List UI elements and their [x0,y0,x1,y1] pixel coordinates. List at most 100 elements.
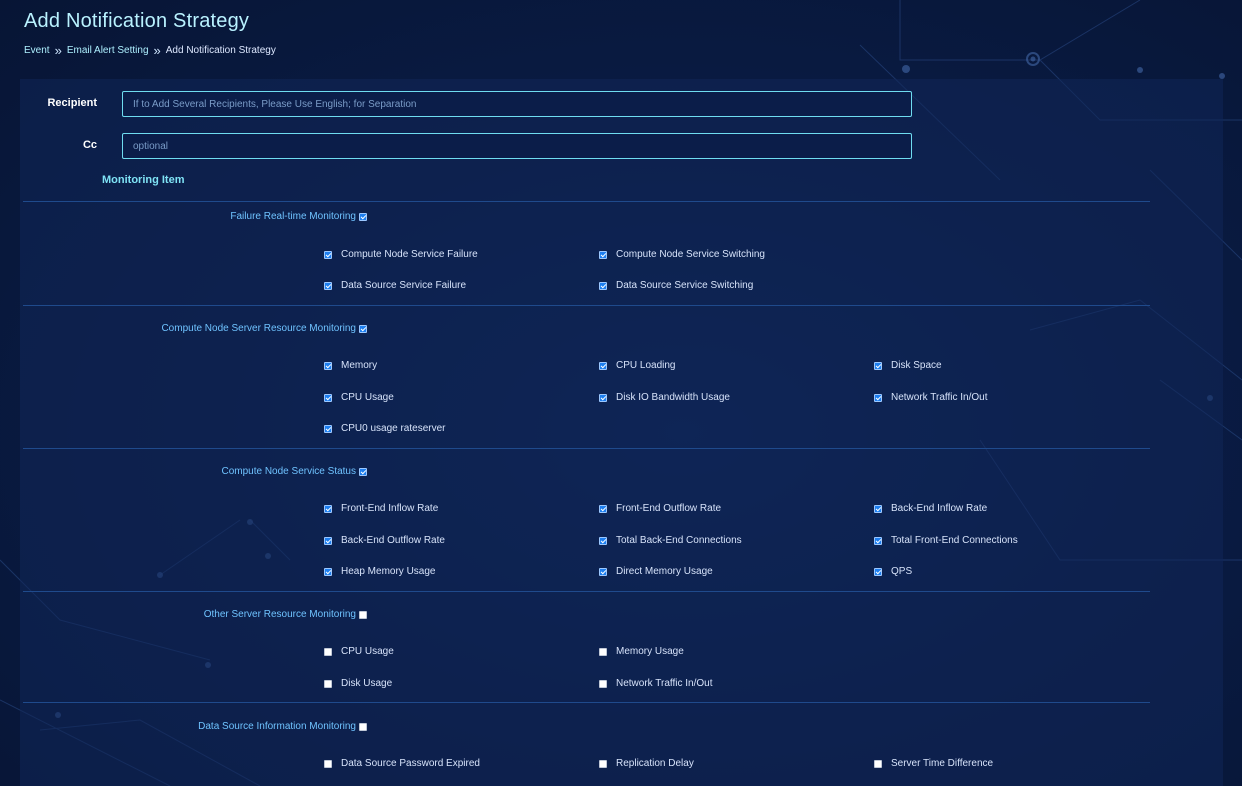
section-divider [23,448,1150,449]
recipient-label: Recipient [47,97,97,109]
group-compute-node-service-status: Compute Node Service Status [221,466,367,477]
group-title-label: Other Server Resource Monitoring [203,609,356,620]
option-other-disk-usage[interactable]: Disk Usage [324,678,392,689]
group-title-label: Compute Node Server Resource Monitoring [161,323,356,334]
checkbox[interactable] [599,679,607,688]
section-divider [23,591,1150,592]
option-data-source-service-failure[interactable]: Data Source Service Failure [324,280,466,291]
option-label: QPS [891,566,913,577]
group-failure-realtime-checkbox[interactable] [359,212,367,221]
monitoring-item-heading: Monitoring Item [102,174,185,186]
option-label: Network Traffic In/Out [616,678,713,689]
checkbox[interactable] [874,361,882,370]
checkbox[interactable] [324,567,332,576]
option-label: Heap Memory Usage [341,566,436,577]
group-data-source-information-checkbox[interactable] [359,722,367,731]
option-network-traffic[interactable]: Network Traffic In/Out [874,392,988,403]
breadcrumb-current: Add Notification Strategy [165,45,276,56]
checkbox[interactable] [324,679,332,688]
option-label: Data Source Password Expired [341,758,480,769]
option-label: Memory [341,360,378,371]
option-label: Direct Memory Usage [616,566,713,577]
checkbox[interactable] [874,567,882,576]
recipient-input[interactable] [122,91,912,117]
option-label: Total Front-End Connections [891,535,1018,546]
option-label: Total Back-End Connections [616,535,742,546]
checkbox[interactable] [324,281,332,290]
checkbox[interactable] [599,567,607,576]
checkbox[interactable] [599,281,607,290]
option-data-source-service-switching[interactable]: Data Source Service Switching [599,280,753,291]
option-back-end-inflow-rate[interactable]: Back-End Inflow Rate [874,503,987,514]
option-label: Compute Node Service Failure [341,249,478,260]
checkbox[interactable] [599,536,607,545]
cc-label: Cc [82,139,97,151]
group-title-label: Data Source Information Monitoring [198,721,356,732]
option-heap-memory-usage[interactable]: Heap Memory Usage [324,566,435,577]
group-other-server-resource-checkbox[interactable] [359,610,367,619]
option-qps[interactable]: QPS [874,566,912,577]
checkbox[interactable] [874,759,882,768]
option-direct-memory-usage[interactable]: Direct Memory Usage [599,566,713,577]
checkbox[interactable] [324,759,332,768]
checkbox[interactable] [599,647,607,656]
option-label: Back-End Inflow Rate [891,503,988,514]
option-label: Disk Space [891,360,942,371]
option-disk-io-bandwidth[interactable]: Disk IO Bandwidth Usage [599,392,730,403]
option-cpu0-usage-rateserver[interactable]: CPU0 usage rateserver [324,423,446,434]
checkbox[interactable] [324,393,332,402]
option-data-source-password-expired[interactable]: Data Source Password Expired [324,758,480,769]
breadcrumb-separator-icon: » [54,42,62,58]
option-label: Front-End Outflow Rate [616,503,722,514]
checkbox[interactable] [599,361,607,370]
checkbox[interactable] [324,361,332,370]
checkbox[interactable] [324,424,332,433]
section-divider [23,702,1150,703]
checkbox[interactable] [324,536,332,545]
group-other-server-resource: Other Server Resource Monitoring [204,609,367,620]
group-title-label: Failure Real-time Monitoring [230,211,356,222]
section-divider [23,305,1150,306]
option-cpu-usage[interactable]: CPU Usage [324,392,394,403]
option-label: Server Time Difference [891,758,994,769]
breadcrumb-email-alert-setting[interactable]: Email Alert Setting [67,45,149,56]
option-replication-delay[interactable]: Replication Delay [599,758,694,769]
option-server-time-difference[interactable]: Server Time Difference [874,758,993,769]
option-label: Compute Node Service Switching [616,249,765,260]
option-total-front-end-connections[interactable]: Total Front-End Connections [874,535,1018,546]
group-compute-node-server-resource-checkbox[interactable] [359,324,367,333]
checkbox[interactable] [599,504,607,513]
option-other-memory-usage[interactable]: Memory Usage [599,646,684,657]
option-label: Data Source Service Switching [616,280,754,291]
checkbox[interactable] [324,250,332,259]
breadcrumb-event[interactable]: Event [24,45,50,56]
option-label: CPU0 usage rateserver [341,423,446,434]
form-panel: Recipient Cc Monitoring Item Failure Rea… [20,79,1223,786]
option-compute-node-service-failure[interactable]: Compute Node Service Failure [324,249,478,260]
checkbox[interactable] [324,647,332,656]
option-other-network-traffic[interactable]: Network Traffic In/Out [599,678,713,689]
option-label: CPU Usage [341,646,394,657]
option-cpu-loading[interactable]: CPU Loading [599,360,675,371]
group-compute-node-service-status-checkbox[interactable] [359,467,367,476]
checkbox[interactable] [874,393,882,402]
checkbox[interactable] [874,536,882,545]
group-compute-node-server-resource: Compute Node Server Resource Monitoring [161,323,367,334]
checkbox[interactable] [599,759,607,768]
option-front-end-inflow-rate[interactable]: Front-End Inflow Rate [324,503,438,514]
checkbox[interactable] [599,250,607,259]
option-disk-space[interactable]: Disk Space [874,360,942,371]
checkbox[interactable] [874,504,882,513]
breadcrumb-separator-icon: » [153,42,161,58]
breadcrumb: Event » Email Alert Setting » Add Notifi… [24,42,276,58]
checkbox[interactable] [324,504,332,513]
option-back-end-outflow-rate[interactable]: Back-End Outflow Rate [324,535,445,546]
cc-input[interactable] [122,133,912,159]
option-memory[interactable]: Memory [324,360,377,371]
option-front-end-outflow-rate[interactable]: Front-End Outflow Rate [599,503,721,514]
option-label: Disk Usage [341,678,393,689]
option-other-cpu-usage[interactable]: CPU Usage [324,646,394,657]
option-compute-node-service-switching[interactable]: Compute Node Service Switching [599,249,765,260]
option-total-back-end-connections[interactable]: Total Back-End Connections [599,535,742,546]
checkbox[interactable] [599,393,607,402]
